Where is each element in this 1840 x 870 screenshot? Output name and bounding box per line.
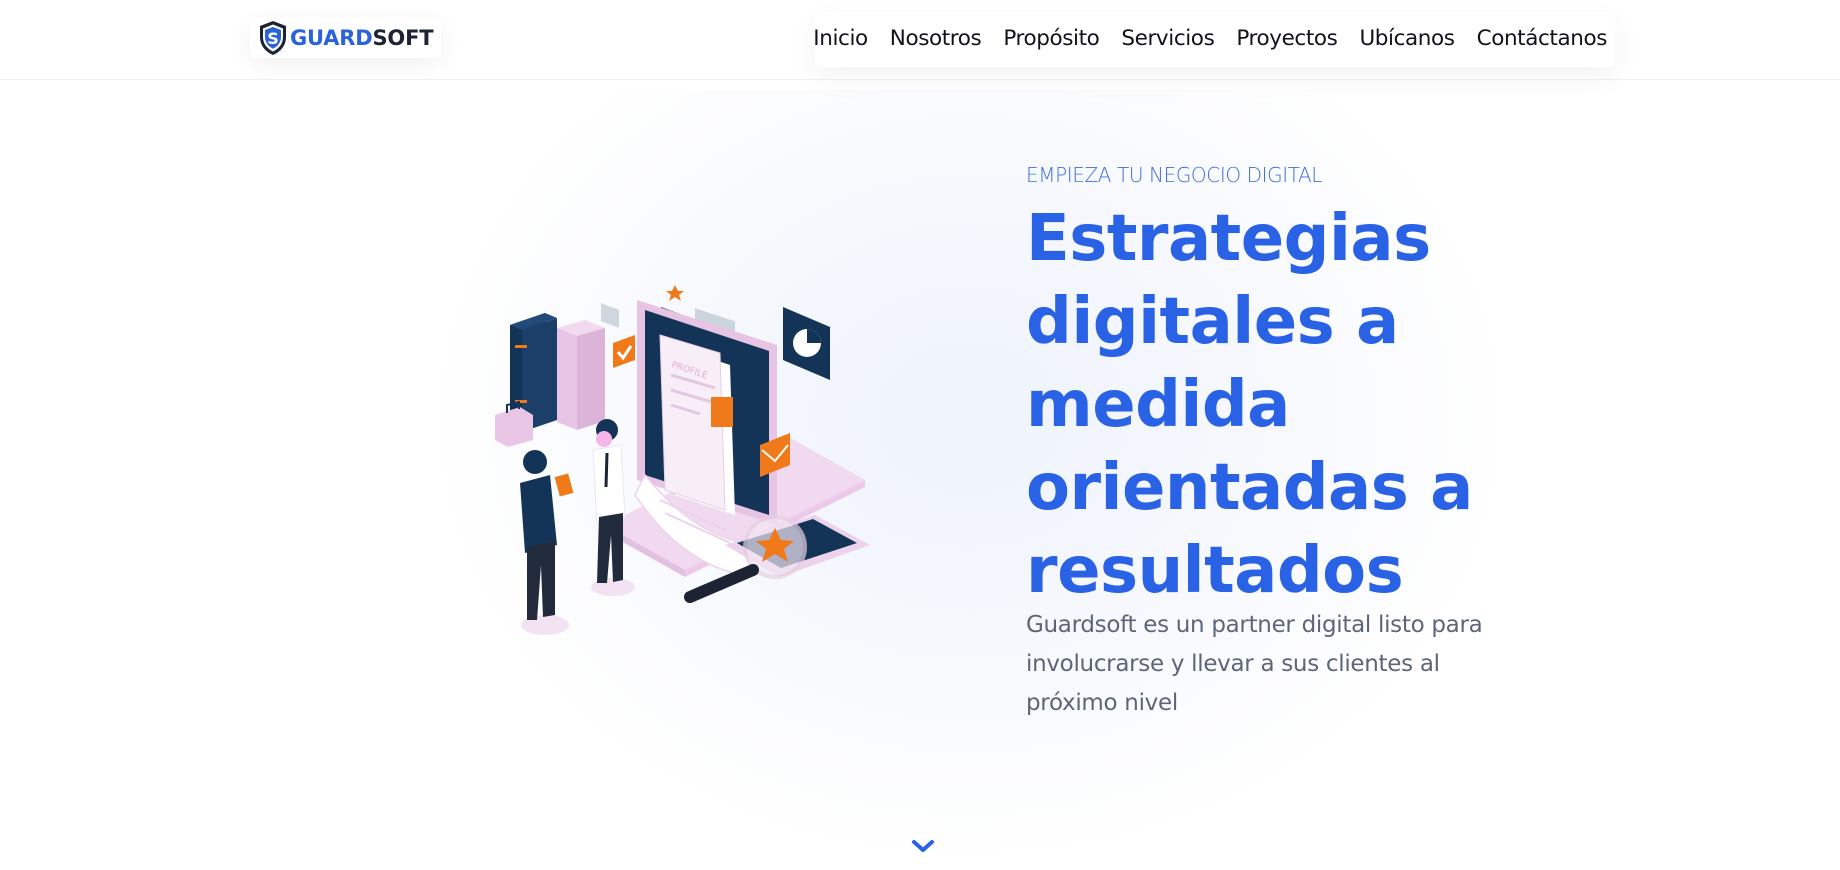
site-header: S GUARDSOFT Inicio Nosotros Propósito Se… [0, 0, 1840, 80]
hero-illustration: PROFILE [495, 285, 870, 635]
nav-item-nosotros[interactable]: Nosotros [890, 26, 982, 51]
brand-wordmark: GUARDSOFT [290, 26, 434, 50]
nav-item-inicio[interactable]: Inicio [813, 26, 868, 51]
nav-item-proposito[interactable]: Propósito [1003, 26, 1099, 51]
brand-logo[interactable]: S GUARDSOFT [250, 18, 441, 58]
nav-item-servicios[interactable]: Servicios [1121, 26, 1214, 51]
shield-s-icon: S [260, 21, 286, 55]
brand-name-part2: SOFT [372, 26, 434, 50]
nav-item-contactanos[interactable]: Contáctanos [1477, 26, 1608, 51]
brand-name-part1: GUARD [290, 26, 373, 50]
nav-item-ubicanos[interactable]: Ubícanos [1359, 26, 1455, 51]
hero-eyebrow: EMPIEZA TU NEGOCIO DIGITAL [1026, 163, 1323, 187]
svg-text:S: S [267, 29, 279, 48]
chevron-down-icon[interactable] [910, 836, 936, 856]
hero-lead: Guardsoft es un partner digital listo pa… [1026, 612, 1483, 716]
main-nav: Inicio Nosotros Propósito Servicios Proy… [795, 0, 1607, 76]
hero-headline: Estrategias digitales a medida orientada… [1026, 202, 1473, 608]
nav-item-proyectos[interactable]: Proyectos [1236, 26, 1337, 51]
